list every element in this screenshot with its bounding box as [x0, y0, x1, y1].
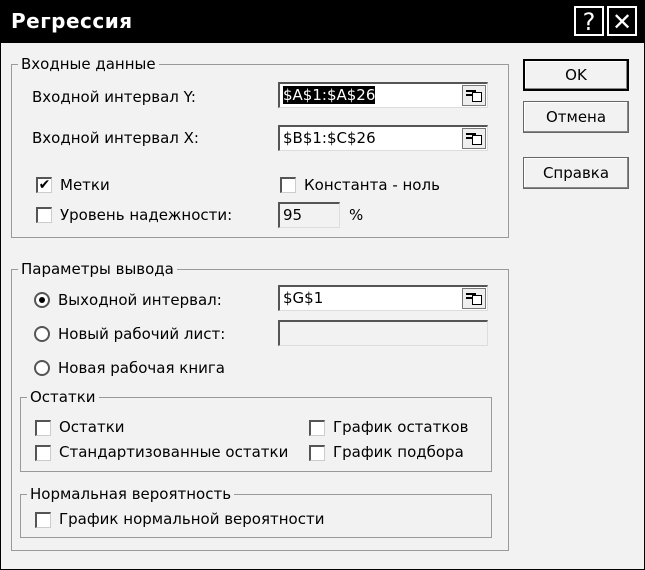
- x-range-value: $B$1:$C$26: [283, 129, 376, 147]
- new-sheet-radio[interactable]: [34, 326, 50, 342]
- output-range-input[interactable]: $G$1: [278, 285, 488, 311]
- residuals-group: Остатки Остатки Стандартизованные остатк…: [20, 388, 492, 472]
- labels-checkbox-label: Метки: [60, 176, 110, 194]
- dialog-title: Регрессия: [11, 9, 133, 33]
- confidence-label: Уровень надежности:: [60, 206, 233, 224]
- normal-probability-legend: Нормальная вероятность: [27, 485, 235, 503]
- labels-checkbox[interactable]: ✔: [36, 177, 52, 193]
- input-data-legend: Входные данные: [18, 55, 159, 73]
- x-range-collapse-icon[interactable]: [462, 128, 486, 149]
- residual-plots-checkbox[interactable]: [309, 420, 325, 436]
- output-range-label: Выходной интервал:: [58, 291, 222, 309]
- constant-zero-checkbox[interactable]: [280, 177, 296, 193]
- new-sheet-input[interactable]: [278, 320, 488, 346]
- new-workbook-label: Новая рабочая книга: [58, 359, 225, 377]
- y-range-value: $A$1:$A$26: [283, 86, 376, 104]
- output-options-group: Параметры вывода Выходной интервал: $G$1…: [11, 260, 509, 551]
- normal-probability-checkbox[interactable]: [35, 512, 51, 528]
- output-range-value: $G$1: [283, 289, 324, 307]
- confidence-value: 95: [283, 206, 303, 224]
- line-fit-plots-checkbox[interactable]: [309, 445, 325, 461]
- residuals-label: Остатки: [59, 418, 125, 436]
- y-range-collapse-icon[interactable]: [462, 85, 486, 106]
- output-range-collapse-icon[interactable]: [462, 288, 486, 309]
- cancel-button[interactable]: Отмена: [523, 101, 629, 133]
- standardized-residuals-label: Стандартизованные остатки: [59, 443, 289, 461]
- y-range-input[interactable]: $A$1:$A$26: [278, 82, 488, 108]
- confidence-checkbox[interactable]: [36, 207, 52, 223]
- ok-button[interactable]: OK: [523, 59, 629, 91]
- output-range-radio[interactable]: [34, 292, 50, 308]
- new-workbook-radio[interactable]: [34, 360, 50, 376]
- residuals-checkbox[interactable]: [35, 420, 51, 436]
- normal-probability-group: Нормальная вероятность График нормальной…: [20, 485, 492, 538]
- percent-sign: %: [349, 206, 364, 224]
- x-range-label: Входной интервал X:: [32, 129, 199, 147]
- y-range-label: Входной интервал Y:: [32, 88, 196, 106]
- normal-probability-label: График нормальной вероятности: [59, 510, 325, 528]
- line-fit-plots-label: График подбора: [333, 443, 464, 461]
- standardized-residuals-checkbox[interactable]: [35, 445, 51, 461]
- regression-dialog: Регрессия ? ✕ Входные данные Входной инт…: [0, 0, 645, 570]
- residual-plots-label: График остатков: [333, 418, 469, 436]
- x-range-input[interactable]: $B$1:$C$26: [278, 125, 488, 151]
- new-sheet-label: Новый рабочий лист:: [58, 325, 226, 343]
- help-icon-button[interactable]: ?: [574, 6, 604, 36]
- input-data-group: Входные данные Входной интервал Y: $A$1:…: [11, 55, 509, 238]
- constant-zero-label: Константа - ноль: [304, 176, 440, 194]
- close-icon-button[interactable]: ✕: [607, 6, 637, 36]
- title-bar[interactable]: Регрессия ? ✕: [1, 1, 644, 43]
- help-button[interactable]: Справка: [523, 157, 629, 189]
- output-options-legend: Параметры вывода: [18, 260, 177, 278]
- confidence-input[interactable]: 95: [278, 202, 340, 228]
- residuals-legend: Остатки: [27, 388, 99, 406]
